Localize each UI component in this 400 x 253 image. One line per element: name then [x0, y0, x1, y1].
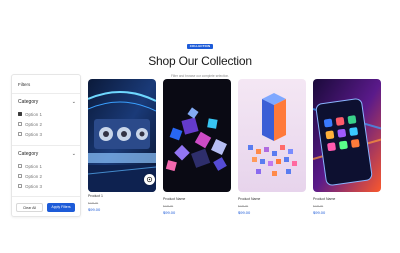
favorite-button[interactable]: [144, 174, 155, 185]
abstract-3d-cubes-image: [163, 79, 231, 192]
checkbox-icon[interactable]: [18, 164, 22, 169]
checkbox-icon[interactable]: [18, 112, 22, 117]
product-card-image[interactable]: [238, 79, 306, 192]
product-price: $99.00: [238, 210, 251, 215]
option-label: Option 2: [25, 122, 43, 127]
product-name[interactable]: Product Name: [313, 197, 335, 201]
filter-option-2[interactable]: Option 2: [18, 122, 42, 127]
filters-title: Filters: [18, 82, 31, 87]
product-card-image[interactable]: [163, 79, 231, 192]
collection-badge: COLLECTION: [186, 44, 214, 49]
divider: [12, 196, 80, 197]
apply-filters-button[interactable]: Apply Filters: [47, 203, 75, 212]
category-label: Category: [18, 151, 39, 157]
filter-option-1[interactable]: Option 1: [18, 112, 42, 117]
product-name[interactable]: Product Name: [163, 197, 185, 201]
product-price: $99.00: [313, 210, 326, 215]
option-label: Option 1: [25, 112, 43, 117]
heart-icon: [146, 176, 153, 183]
product-old-price: $129.00: [238, 204, 249, 208]
product-name[interactable]: Product 1: [88, 194, 103, 198]
next-gen-apps-phone-image: [313, 79, 381, 192]
category-toggle-2[interactable]: Category ⌄: [18, 151, 76, 157]
checkbox-icon[interactable]: [18, 184, 22, 189]
product-card-image[interactable]: [313, 79, 381, 192]
product-old-price: $129.00: [163, 204, 174, 208]
filter-option-3[interactable]: Option 3: [18, 184, 42, 189]
product-old-price: $129.00: [313, 204, 324, 208]
filter-option-1[interactable]: Option 1: [18, 164, 42, 169]
option-label: Option 2: [25, 174, 43, 179]
divider: [12, 93, 80, 94]
option-label: Option 1: [25, 164, 43, 169]
isometric-data-blocks-image: [238, 79, 306, 192]
category-toggle-1[interactable]: Category ⌄: [18, 99, 76, 105]
filter-option-2[interactable]: Option 2: [18, 174, 42, 179]
option-label: Option 3: [25, 132, 43, 137]
product-price: $99.00: [163, 210, 176, 215]
page-title: Shop Our Collection: [148, 54, 252, 68]
filter-option-3[interactable]: Option 3: [18, 132, 42, 137]
checkbox-icon[interactable]: [18, 174, 22, 179]
chevron-down-icon: ⌄: [71, 99, 76, 105]
product-old-price: $129.00: [88, 201, 99, 205]
option-label: Option 3: [25, 184, 43, 189]
product-price: $99.00: [88, 207, 101, 212]
product-name[interactable]: Product Name: [238, 197, 260, 201]
clear-all-button[interactable]: Clear All: [16, 203, 43, 212]
checkbox-icon[interactable]: [18, 122, 22, 127]
divider: [12, 145, 80, 146]
chevron-down-icon: ⌄: [71, 151, 76, 157]
filters-panel: Filters Category ⌄ Option 1 Option 2 Opt…: [11, 74, 81, 217]
checkbox-icon[interactable]: [18, 132, 22, 137]
category-label: Category: [18, 99, 39, 105]
page-header: COLLECTION Shop Our Collection Filter an…: [0, 34, 400, 78]
